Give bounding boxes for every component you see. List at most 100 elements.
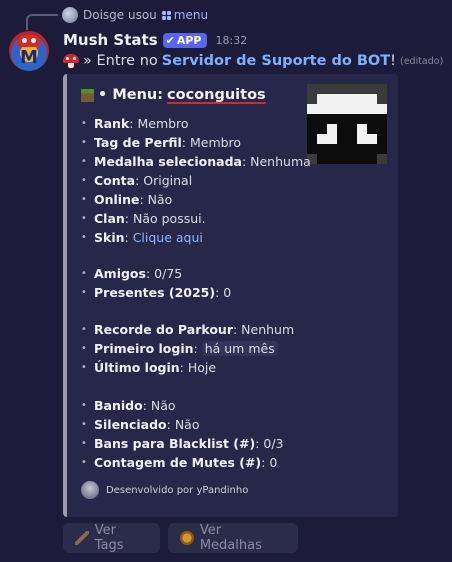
embed-field: • Online: Não bbox=[81, 192, 172, 207]
bullet: • bbox=[81, 457, 87, 468]
field-text: Amigos: 0/75 bbox=[94, 266, 183, 281]
medal-icon bbox=[180, 531, 194, 545]
field-text: Banido: Não bbox=[94, 398, 176, 413]
field-label: Contagem de Mutes (#) bbox=[94, 455, 262, 470]
field-text: Conta: Original bbox=[94, 173, 193, 188]
field-label: Recorde do Parkour bbox=[94, 322, 233, 337]
field-label: Último login bbox=[94, 360, 180, 375]
field-value: Membro bbox=[137, 116, 189, 131]
field-text: Presentes (2025): 0 bbox=[94, 285, 232, 300]
bullet: • bbox=[81, 232, 87, 243]
bullet: • bbox=[81, 194, 87, 205]
reply-context[interactable]: Doisge usou menu bbox=[62, 6, 208, 24]
wrench-icon bbox=[75, 531, 89, 545]
field-label: Clan bbox=[94, 211, 125, 226]
message-text: » Entre no bbox=[83, 53, 158, 69]
embed-field: • Rank: Membro bbox=[81, 116, 189, 131]
bullet: • bbox=[81, 213, 87, 224]
embed-field: • Clan: Não possui. bbox=[81, 211, 206, 226]
field-value: há um mês bbox=[201, 341, 278, 356]
field-text: Skin: Clique aqui bbox=[94, 230, 203, 245]
field-value: Nenhum bbox=[241, 322, 295, 337]
field-label: Online bbox=[94, 192, 140, 207]
field-value: 0/75 bbox=[154, 266, 183, 281]
ver-medalhas-label: Ver Medalhas bbox=[199, 523, 262, 553]
field-text: Silenciado: Não bbox=[94, 417, 200, 432]
skin-link[interactable]: Clique aqui bbox=[133, 230, 203, 245]
check-icon: ✔ bbox=[165, 33, 175, 47]
footer-text: Desenvolvido por yPandinho bbox=[106, 484, 249, 496]
app-badge: ✔ APP bbox=[162, 32, 207, 48]
embed-title-prefix: • Menu: bbox=[98, 87, 164, 103]
field-text: Online: Não bbox=[94, 192, 173, 207]
field-value: 0/3 bbox=[263, 436, 284, 451]
field-text: Bans para Blacklist (#): 0/3 bbox=[94, 436, 284, 451]
bullet: • bbox=[81, 419, 87, 430]
embed-field[interactable]: • Skin: Clique aqui bbox=[81, 230, 203, 245]
bullet: • bbox=[81, 287, 87, 298]
bullet: • bbox=[81, 156, 87, 167]
field-value: Não bbox=[174, 417, 200, 432]
message-timestamp: 18:32 bbox=[215, 33, 248, 47]
field-label: Skin bbox=[94, 230, 125, 245]
bullet: • bbox=[81, 137, 87, 148]
bot-username[interactable]: Mush Stats bbox=[63, 31, 158, 49]
field-text: Último login: Hoje bbox=[94, 360, 217, 375]
embed-field: • Banido: Não bbox=[81, 398, 176, 413]
field-value: Original bbox=[143, 173, 193, 188]
embed-title-user: coconguitos bbox=[167, 87, 266, 103]
slash-command[interactable]: menu bbox=[161, 8, 209, 22]
ver-medalhas-button[interactable]: Ver Medalhas bbox=[168, 523, 298, 553]
bullet: • bbox=[81, 324, 87, 335]
command-name: menu bbox=[173, 8, 209, 22]
field-label: Medalha selecionada bbox=[94, 154, 242, 169]
field-label: Tag de Perfil bbox=[94, 135, 182, 150]
support-server-link[interactable]: Servidor de Suporte do BOT bbox=[162, 53, 390, 69]
message-exclamation: ! bbox=[390, 53, 396, 69]
field-text: Tag de Perfil: Membro bbox=[94, 135, 242, 150]
field-text: Rank: Membro bbox=[94, 116, 189, 131]
embed-field: • Amigos: 0/75 bbox=[81, 266, 182, 281]
field-text: Primeiro login: há um mês bbox=[94, 341, 278, 356]
field-label: Banido bbox=[94, 398, 143, 413]
embed-field: • Primeiro login: há um mês bbox=[81, 341, 278, 356]
field-value: 0 bbox=[269, 455, 278, 470]
bot-avatar[interactable]: M bbox=[9, 31, 49, 71]
embed-field: • Conta: Original bbox=[81, 173, 192, 188]
embed-field: • Recorde do Parkour: Nenhum bbox=[81, 322, 294, 337]
grass-block-icon bbox=[81, 88, 94, 102]
message-content: » Entre no Servidor de Suporte do BOT! (… bbox=[63, 51, 443, 71]
reply-connector bbox=[26, 14, 58, 30]
embed-field: • Silenciado: Não bbox=[81, 417, 199, 432]
player-skin-head[interactable] bbox=[307, 84, 387, 164]
reply-user: Doisge usou bbox=[83, 8, 157, 22]
field-value: Não possui. bbox=[132, 211, 206, 226]
bullet: • bbox=[81, 175, 87, 186]
embed-field: • Tag de Perfil: Membro bbox=[81, 135, 241, 150]
field-value: Nenhuma bbox=[250, 154, 311, 169]
ver-tags-button[interactable]: Ver Tags bbox=[63, 523, 160, 553]
field-value: Não bbox=[147, 192, 173, 207]
bullet: • bbox=[81, 268, 87, 279]
field-text: Recorde do Parkour: Nenhum bbox=[94, 322, 295, 337]
embed-title: • Menu: coconguitos bbox=[81, 87, 266, 103]
field-label: Bans para Blacklist (#) bbox=[94, 436, 256, 451]
field-value: 0 bbox=[223, 285, 232, 300]
field-value: Não bbox=[150, 398, 176, 413]
embed-field: • Último login: Hoje bbox=[81, 360, 216, 375]
embed-field: • Bans para Blacklist (#): 0/3 bbox=[81, 436, 284, 451]
field-label: Presentes (2025) bbox=[94, 285, 216, 300]
field-text: Contagem de Mutes (#): 0 bbox=[94, 455, 278, 470]
bullet: • bbox=[81, 362, 87, 373]
embed-footer: Desenvolvido por yPandinho bbox=[81, 481, 248, 499]
mushroom-icon bbox=[63, 54, 79, 68]
footer-avatar bbox=[81, 481, 99, 499]
field-value: Membro bbox=[189, 135, 242, 150]
bullet: • bbox=[81, 118, 87, 129]
profile-embed: • Menu: coconguitos • Rank: Membro • Tag de… bbox=[63, 74, 398, 517]
edited-tag: (editado) bbox=[399, 55, 444, 67]
field-text: Medalha selecionada: Nenhuma bbox=[94, 154, 311, 169]
field-label: Silenciado bbox=[94, 417, 167, 432]
message-header: Mush Stats ✔ APP 18:32 bbox=[63, 30, 247, 50]
field-label: Primeiro login bbox=[94, 341, 194, 356]
